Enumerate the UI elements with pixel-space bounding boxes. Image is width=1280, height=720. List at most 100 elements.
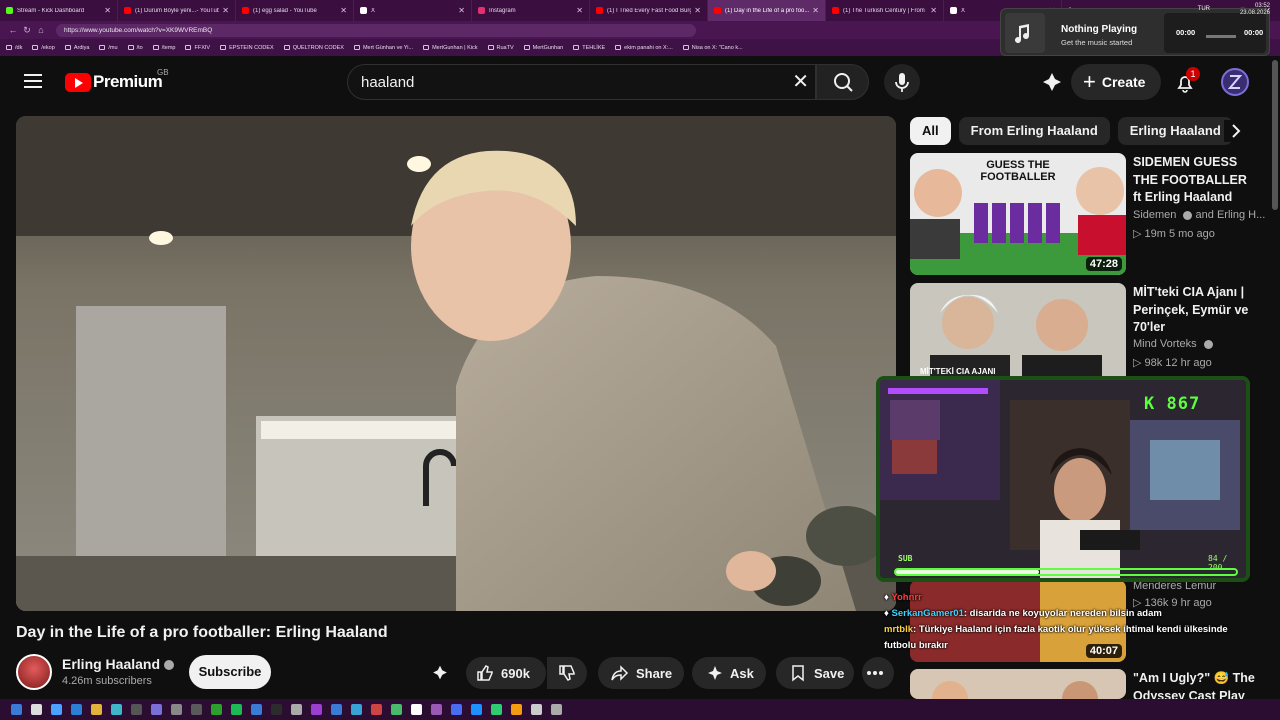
tab-close-icon[interactable]: ✕: [930, 6, 937, 15]
taskbar-app-icon[interactable]: [250, 704, 262, 715]
bookmark-item[interactable]: Nisa on X: "Cano k...: [682, 45, 743, 51]
music-note-icon: [1005, 13, 1045, 53]
bookmark-item[interactable]: /dk: [6, 45, 22, 51]
channel-name[interactable]: Erling Haaland: [62, 656, 175, 672]
taskbar-app-icon[interactable]: [190, 704, 202, 715]
video-player[interactable]: [16, 116, 896, 611]
recommendation-item[interactable]: "Am I Ugly?" 😅 The Odyssey Cast Play A: [910, 669, 1255, 699]
menu-icon[interactable]: [24, 74, 42, 88]
bookmark-item[interactable]: /to: [127, 45, 143, 51]
chip-all[interactable]: All: [910, 117, 951, 145]
taskbar-app-icon[interactable]: [150, 704, 162, 715]
tab-close-icon[interactable]: ✕: [340, 6, 347, 15]
bookmark-item[interactable]: EPSTEIN CODEX: [220, 45, 274, 51]
more-actions-button[interactable]: [862, 657, 894, 689]
input-language[interactable]: TUR: [1198, 6, 1210, 12]
taskbar-app-icon[interactable]: [530, 704, 542, 715]
more-dots-icon: [867, 671, 883, 675]
taskbar-app-icon[interactable]: [110, 704, 122, 715]
create-button[interactable]: + Create: [1071, 64, 1161, 100]
like-button[interactable]: 690k: [466, 657, 546, 689]
search-box[interactable]: haaland ✕: [347, 64, 816, 100]
bookmark-item[interactable]: /mu: [99, 45, 118, 51]
taskbar-app-icon[interactable]: [310, 704, 322, 715]
bookmark-item[interactable]: Ardiya: [64, 45, 89, 51]
taskbar-app-icon[interactable]: [470, 704, 482, 715]
taskbar-app-icon[interactable]: [450, 704, 462, 715]
taskbar-app-icon[interactable]: [270, 704, 282, 715]
browser-tab[interactable]: (1) The Turkish Century | From Hit...✕: [826, 0, 944, 21]
taskbar-app-icon[interactable]: [290, 704, 302, 715]
browser-tab[interactable]: Stream - Kick Dashboard ✕: [0, 0, 118, 21]
taskbar-app-icon[interactable]: [50, 704, 62, 715]
voice-search-button[interactable]: [884, 64, 920, 100]
tab-close-icon[interactable]: ✕: [222, 6, 229, 15]
bookmark-item[interactable]: TEHLİKE: [573, 45, 605, 51]
taskbar-app-icon[interactable]: [330, 704, 342, 715]
save-button[interactable]: Save: [776, 657, 854, 689]
chip-erling-haaland[interactable]: Erling Haaland: [1117, 117, 1233, 145]
taskbar-app-icon[interactable]: [210, 704, 222, 715]
taskbar-app-icon[interactable]: [350, 704, 362, 715]
taskbar-app-icon[interactable]: [370, 704, 382, 715]
browser-tab[interactable]: X✕: [354, 0, 472, 21]
tab-close-icon[interactable]: ✕: [812, 6, 819, 15]
taskbar-app-icon[interactable]: [230, 704, 242, 715]
subscribe-button[interactable]: Subscribe: [189, 655, 271, 689]
taskbar-app-icon[interactable]: [390, 704, 402, 715]
bookmark-item[interactable]: /ekop: [32, 45, 55, 51]
tab-close-icon[interactable]: ✕: [458, 6, 465, 15]
url-field[interactable]: https://www.youtube.com/watch?v=XK9WVREm…: [56, 23, 696, 37]
bookmark-item[interactable]: Mert Günhan ve Yi...: [353, 45, 413, 51]
youtube-logo[interactable]: Premium GB: [65, 68, 169, 92]
bookmark-item[interactable]: MertGunhan | Kick: [423, 45, 478, 51]
taskbar-app-icon[interactable]: [130, 704, 142, 715]
bookmark-item[interactable]: /temp: [152, 45, 175, 51]
taskbar-app-icon[interactable]: [510, 704, 522, 715]
taskbar-app-icon[interactable]: [90, 704, 102, 715]
share-button[interactable]: Share: [598, 657, 684, 689]
back-icon[interactable]: ←: [6, 25, 20, 35]
taskbar-app-icon[interactable]: [490, 704, 502, 715]
bookmark-item[interactable]: FFXIV: [185, 45, 210, 51]
taskbar-app-icon[interactable]: [170, 704, 182, 715]
playback-progress[interactable]: [1206, 35, 1236, 38]
chips-next-button[interactable]: [1224, 120, 1248, 142]
taskbar-app-icon[interactable]: [550, 704, 562, 715]
chip-from-erling-haaland[interactable]: From Erling Haaland: [958, 117, 1110, 145]
bookmark-item[interactable]: QUELTRON CODEX: [283, 45, 344, 51]
taskbar-app-icon[interactable]: [10, 704, 22, 715]
playback-timer: 00:00 00:00: [1164, 13, 1266, 53]
browser-tab[interactable]: (1) I Tried Every Fast Food Burger i...✕: [590, 0, 708, 21]
taskbar-app-icon[interactable]: [430, 704, 442, 715]
recommendation-item[interactable]: GUESS THE FOOTBALLER 47:28 SIDEMEN GUESS…: [910, 153, 1265, 277]
account-avatar[interactable]: [1221, 68, 1249, 96]
clear-search-icon[interactable]: ✕: [792, 70, 809, 94]
bookmark-item[interactable]: MertGunhan: [523, 45, 563, 51]
tab-close-icon[interactable]: ✕: [576, 6, 583, 15]
browser-tab[interactable]: (1) Durum Böyle yeni...- YouTube ✕: [118, 0, 236, 21]
tab-close-icon[interactable]: ✕: [694, 6, 701, 15]
home-icon[interactable]: ⌂: [34, 25, 48, 35]
ai-sparkle-action-icon[interactable]: [430, 657, 456, 689]
browser-tab[interactable]: Instagram ✕: [472, 0, 590, 21]
browser-tab[interactable]: (1) egg salad - YouTube ✕: [236, 0, 354, 21]
channel-text: Sidemen: [1133, 209, 1177, 221]
reload-icon[interactable]: ↻: [20, 25, 34, 36]
bookmark-item[interactable]: RuaTV: [487, 45, 514, 51]
thumbnail-caption: MİT'TEKİ CIA AJANI: [920, 367, 996, 376]
taskbar-app-icon[interactable]: [30, 704, 42, 715]
ask-button[interactable]: Ask: [692, 657, 766, 689]
dislike-button[interactable]: [547, 657, 587, 689]
search-button[interactable]: [816, 64, 869, 100]
page-scrollbar[interactable]: [1272, 60, 1278, 210]
bookmark-item[interactable]: ekim panahi on X:...: [615, 45, 673, 51]
system-clock[interactable]: 03:52 23.08.2026: [1240, 3, 1270, 17]
browser-tab[interactable]: (1) Day in the Life of a pro foo... ✕: [708, 0, 826, 21]
tab-close-icon[interactable]: ✕: [104, 6, 111, 15]
taskbar-app-icon[interactable]: [410, 704, 422, 715]
ai-sparkle-icon[interactable]: [1038, 68, 1066, 96]
taskbar-app-icon[interactable]: [70, 704, 82, 715]
channel-avatar[interactable]: [16, 654, 52, 690]
search-input[interactable]: haaland: [361, 74, 414, 91]
